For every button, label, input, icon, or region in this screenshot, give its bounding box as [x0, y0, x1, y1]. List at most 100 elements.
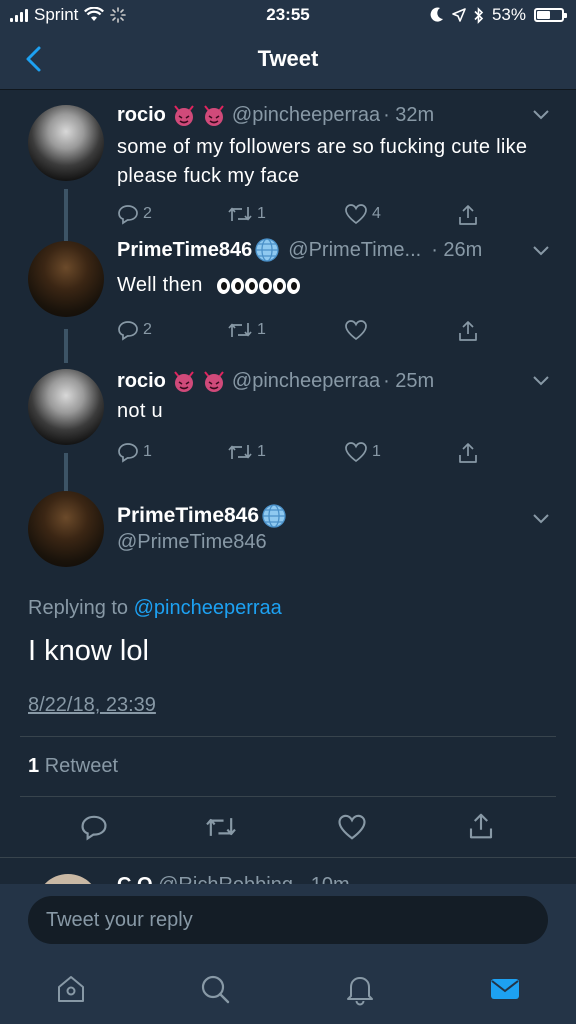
handle[interactable]: @PrimeTime846 — [117, 531, 267, 554]
retweet-stats[interactable]: 1 Retweet — [28, 755, 118, 778]
focused-tweet-text: I know lol — [28, 635, 149, 667]
thread-tweet[interactable]: rocio @pincheeperraa · 32m some of my fo… — [0, 91, 576, 241]
avatar[interactable] — [36, 874, 100, 884]
focused-tweet-name-row: PrimeTime846 — [117, 503, 287, 529]
share-icon — [459, 443, 477, 463]
handle: @pincheeperraa — [231, 103, 381, 126]
reply-icon[interactable] — [80, 813, 108, 841]
nav-bar: Tweet — [0, 32, 576, 90]
replying-to-link[interactable]: @pincheeperraa — [134, 597, 282, 619]
retweet-stats-label: Retweet — [44, 755, 119, 777]
share-icon — [459, 321, 477, 341]
avatar-woman-icon[interactable] — [28, 105, 104, 181]
notifications-bell-icon[interactable] — [343, 972, 377, 1006]
heart-icon — [345, 442, 367, 463]
devil-emoji-icon — [174, 105, 194, 126]
like-button[interactable]: 1 — [344, 441, 381, 463]
battery-icon — [534, 8, 567, 22]
reply-button[interactable]: 2 — [117, 203, 152, 225]
peek-handle: @RichRobbing · 10m — [158, 874, 350, 884]
devil-emoji-icon — [204, 105, 224, 126]
eyes-emoji-icon — [216, 277, 300, 294]
tweet-text: Well then — [117, 274, 203, 296]
display-name[interactable]: PrimeTime846 — [117, 504, 259, 528]
thread-tweet[interactable]: rocio @pincheeperraa · 25m not u 1 1 1 — [0, 359, 576, 493]
tweet-actions: 1 1 1 — [117, 441, 477, 467]
peek-name: C.O — [117, 874, 153, 884]
devil-emoji-badge — [166, 103, 226, 127]
status-bar: Sprint 23:55 53% — [0, 0, 576, 32]
retweet-count: 1 — [257, 443, 266, 460]
share-button[interactable] — [457, 203, 479, 227]
timestamp: · 25m — [383, 369, 435, 392]
devil-emoji-icon — [174, 371, 194, 392]
thread-connector — [64, 329, 68, 363]
globe-emoji-icon — [262, 504, 286, 528]
retweet-icon[interactable] — [204, 813, 238, 841]
devil-emoji-icon — [204, 371, 224, 392]
replying-to-line: Replying to @pincheeperraa — [28, 597, 282, 620]
display-name[interactable]: rocio — [117, 104, 166, 127]
like-count: 4 — [372, 205, 381, 222]
chevron-down-icon[interactable] — [532, 109, 550, 121]
tweet-date[interactable]: 8/22/18, 23:39 — [28, 694, 156, 717]
messages-envelope-icon[interactable] — [488, 972, 522, 1006]
home-icon[interactable] — [54, 972, 88, 1006]
like-count: 1 — [372, 443, 381, 460]
heart-icon — [345, 320, 367, 341]
retweet-icon — [228, 323, 252, 337]
tweet-body: Well then — [117, 271, 556, 300]
status-right: 53% — [430, 5, 567, 25]
peek-header: C.O @RichRobbing · 10m — [117, 874, 350, 884]
avatar-woman-icon[interactable] — [28, 369, 104, 445]
divider — [20, 736, 556, 737]
reply-icon — [118, 443, 138, 463]
focused-tweet-actions — [0, 809, 576, 845]
avatar-man-icon[interactable] — [28, 491, 104, 567]
tab-bar — [0, 956, 576, 1024]
heart-icon — [345, 204, 367, 225]
location-icon — [452, 8, 466, 22]
chevron-down-icon[interactable] — [532, 375, 550, 387]
retweet-button[interactable]: 1 — [227, 319, 266, 341]
retweet-icon — [228, 445, 252, 459]
reply-icon — [118, 321, 138, 341]
heart-icon[interactable] — [337, 813, 367, 841]
moon-icon — [430, 7, 443, 22]
avatar-man-icon[interactable] — [28, 241, 104, 317]
page-title: Tweet — [257, 46, 319, 71]
chevron-down-icon[interactable] — [532, 513, 550, 525]
reply-count: 2 — [143, 321, 152, 338]
retweet-count: 1 — [257, 205, 266, 222]
retweet-icon — [228, 207, 252, 221]
display-name[interactable]: rocio — [117, 370, 166, 393]
retweet-button[interactable]: 1 — [227, 203, 266, 225]
tweet-header: rocio @pincheeperraa · 32m — [117, 103, 552, 127]
search-icon[interactable] — [198, 972, 232, 1006]
devil-emoji-badge — [166, 369, 226, 393]
next-reply-peek[interactable]: C.O @RichRobbing · 10m — [0, 858, 576, 884]
chevron-down-icon[interactable] — [532, 245, 550, 257]
display-name[interactable]: PrimeTime846 — [117, 239, 252, 262]
replying-prefix: Replying to — [28, 597, 129, 619]
reply-input[interactable] — [28, 896, 548, 944]
reply-icon — [118, 205, 138, 225]
thread-tweet[interactable]: PrimeTime846 @PrimeTime... · 26m Well th… — [0, 233, 576, 363]
battery-level — [537, 11, 550, 19]
retweet-button[interactable]: 1 — [227, 441, 266, 463]
like-button[interactable] — [344, 319, 372, 341]
like-button[interactable]: 4 — [344, 203, 381, 225]
reply-count: 2 — [143, 205, 152, 222]
tweet-text: some of my followers are so fucking cute… — [117, 136, 528, 187]
timestamp: · 32m — [383, 103, 435, 126]
share-button[interactable] — [457, 441, 479, 465]
reply-button[interactable]: 2 — [117, 319, 152, 341]
retweet-total: 1 — [28, 755, 40, 777]
divider — [20, 796, 556, 797]
share-button[interactable] — [457, 319, 479, 343]
timestamp: · 26m — [431, 238, 483, 261]
reply-composer — [0, 884, 576, 956]
share-icon[interactable] — [467, 811, 495, 841]
tweet-header: rocio @pincheeperraa · 25m — [117, 369, 552, 393]
reply-button[interactable]: 1 — [117, 441, 152, 463]
